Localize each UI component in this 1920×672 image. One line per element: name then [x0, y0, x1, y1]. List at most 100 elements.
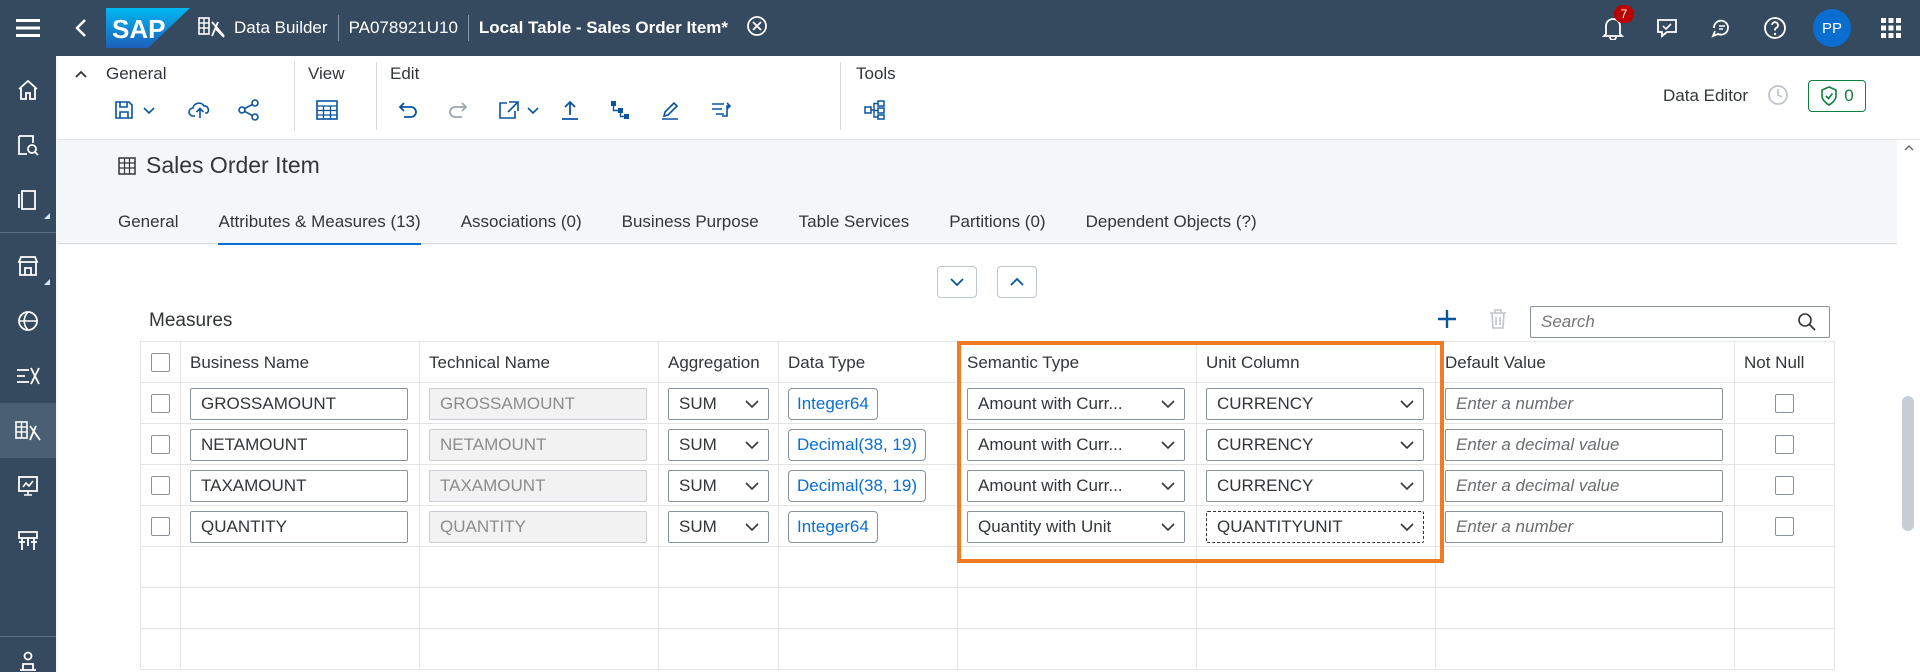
aggregation-select[interactable]: SUM [668, 387, 769, 420]
close-tab-icon[interactable] [746, 15, 768, 42]
deploy-button[interactable] [188, 94, 212, 126]
row-checkbox[interactable] [151, 394, 170, 413]
back-button[interactable] [56, 18, 106, 38]
data-access-icon[interactable] [0, 348, 56, 403]
semantic-type-select[interactable]: Quantity with Unit [967, 510, 1185, 543]
tab-business-purpose[interactable]: Business Purpose [602, 212, 779, 240]
search-field[interactable] [1530, 306, 1830, 338]
tab-partitions[interactable]: Partitions (0) [929, 212, 1065, 240]
row-checkbox[interactable] [151, 435, 170, 454]
column-header-not-null[interactable]: Not Null [1734, 342, 1835, 383]
aggregation-select[interactable]: SUM [668, 428, 769, 461]
marketplace-icon[interactable] [0, 238, 56, 293]
default-value-input[interactable]: Enter a number [1445, 510, 1723, 543]
column-header-default-value[interactable]: Default Value [1435, 342, 1734, 383]
default-value-input[interactable]: Enter a decimal value [1445, 469, 1723, 502]
table-row[interactable]: TAXAMOUNT TAXAMOUNT SUM Decimal(38, 19) Amou… [140, 465, 1835, 506]
export-menu-button[interactable] [498, 94, 540, 126]
aggregation-select[interactable]: SUM [668, 469, 769, 502]
column-header-data-type[interactable]: Data Type [778, 342, 957, 383]
cloud-upload-icon [188, 102, 210, 118]
tab-dependent-objects[interactable]: Dependent Objects (?) [1066, 212, 1277, 240]
not-null-checkbox[interactable] [1775, 476, 1794, 495]
space-name[interactable]: PA078921U10 [349, 18, 458, 38]
data-editor-link[interactable]: Data Editor [1663, 86, 1748, 106]
vertical-scrollbar[interactable] [1897, 140, 1920, 672]
semantic-type-select[interactable]: Amount with Curr... [967, 387, 1185, 420]
table-row[interactable]: NETAMOUNT NETAMOUNT SUM Decimal(38, 19) Amou… [140, 424, 1835, 465]
business-builder-icon[interactable] [0, 293, 56, 348]
support-icon[interactable] [1694, 0, 1748, 56]
semantic-type-select[interactable]: Amount with Curr... [967, 469, 1185, 502]
column-header-unit-column[interactable]: Unit Column [1196, 342, 1435, 383]
data-type-token[interactable]: Integer64 [788, 510, 878, 543]
column-header-business-name[interactable]: Business Name [180, 342, 419, 383]
not-null-checkbox[interactable] [1775, 517, 1794, 536]
column-header-semantic-type[interactable]: Semantic Type [957, 342, 1196, 383]
default-value-input[interactable]: Enter a number [1445, 387, 1723, 420]
undo-button[interactable] [398, 94, 418, 126]
column-header-technical-name[interactable]: Technical Name [419, 342, 658, 383]
validation-messages-button[interactable]: 0 [1808, 80, 1866, 112]
table-row[interactable]: GROSSAMOUNT GROSSAMOUNT SUM Integer64 Amount… [140, 383, 1835, 424]
column-header-aggregation[interactable]: Aggregation [658, 342, 778, 383]
user-avatar-button[interactable]: PP [1802, 0, 1862, 56]
semantic-type-select[interactable]: Amount with Curr... [967, 428, 1185, 461]
not-null-checkbox[interactable] [1775, 435, 1794, 454]
repository-icon[interactable] [0, 172, 56, 227]
business-name-input[interactable]: GROSSAMOUNT [190, 387, 408, 420]
system-monitor-icon[interactable] [0, 646, 56, 672]
unit-column-select[interactable]: QUANTITYUNIT [1206, 510, 1424, 543]
data-builder-icon[interactable] [0, 403, 56, 458]
add-measure-button[interactable] [1436, 308, 1458, 335]
unit-column-select[interactable]: CURRENCY [1206, 469, 1424, 502]
row-checkbox[interactable] [151, 476, 170, 495]
home-icon[interactable] [0, 62, 56, 117]
help-icon[interactable] [1748, 0, 1802, 56]
data-preview-button[interactable] [316, 94, 338, 126]
move-down-button[interactable] [937, 266, 977, 298]
tab-associations[interactable]: Associations (0) [441, 212, 602, 240]
scroll-up-icon[interactable] [1904, 144, 1914, 152]
tab-attributes-measures[interactable]: Attributes & Measures (13) [198, 212, 440, 246]
import-button[interactable] [560, 94, 580, 126]
share-button[interactable] [238, 94, 260, 126]
edit-button[interactable] [660, 94, 680, 126]
data-type-token[interactable]: Decimal(38, 19) [788, 469, 926, 502]
aggregation-select[interactable]: SUM [668, 510, 769, 543]
menu-icon[interactable] [0, 0, 56, 56]
business-name-input[interactable]: NETAMOUNT [190, 428, 408, 461]
move-up-button[interactable] [997, 266, 1037, 298]
business-name-input[interactable]: QUANTITY [190, 510, 408, 543]
impact-lineage-button[interactable] [610, 94, 630, 126]
unit-column-select[interactable]: CURRENCY [1206, 387, 1424, 420]
default-value-input[interactable]: Enter a decimal value [1445, 428, 1723, 461]
redo-button[interactable] [448, 94, 468, 126]
not-null-checkbox[interactable] [1775, 394, 1794, 413]
row-checkbox[interactable] [151, 517, 170, 536]
select-all-checkbox[interactable] [151, 353, 170, 372]
unit-column-select[interactable]: CURRENCY [1206, 428, 1424, 461]
history-icon[interactable] [1767, 84, 1789, 111]
space-management-icon[interactable] [0, 513, 56, 568]
search-icon[interactable] [1797, 312, 1817, 332]
feedback-icon[interactable] [1640, 0, 1694, 56]
data-integration-icon[interactable] [0, 458, 56, 513]
delete-measure-button[interactable] [1488, 308, 1508, 335]
graphical-view-button[interactable] [864, 94, 886, 126]
product-switch-icon[interactable] [1862, 0, 1920, 56]
data-type-token[interactable]: Integer64 [788, 387, 878, 420]
table-row[interactable]: QUANTITY QUANTITY SUM Integer64 Quantity wit… [140, 506, 1835, 547]
catalog-search-icon[interactable] [0, 117, 56, 172]
collapse-toolbar-icon[interactable] [74, 66, 88, 86]
scrollbar-thumb[interactable] [1902, 396, 1914, 531]
notifications-button[interactable]: 7 [1586, 0, 1640, 56]
save-button[interactable] [114, 94, 156, 126]
tab-table-services[interactable]: Table Services [779, 212, 930, 240]
data-type-token[interactable]: Decimal(38, 19) [788, 428, 926, 461]
business-name-input[interactable]: TAXAMOUNT [190, 469, 408, 502]
sort-columns-button[interactable] [710, 94, 732, 126]
tab-general[interactable]: General [118, 212, 198, 240]
app-name[interactable]: Data Builder [234, 18, 328, 38]
search-input[interactable] [1531, 312, 1791, 332]
